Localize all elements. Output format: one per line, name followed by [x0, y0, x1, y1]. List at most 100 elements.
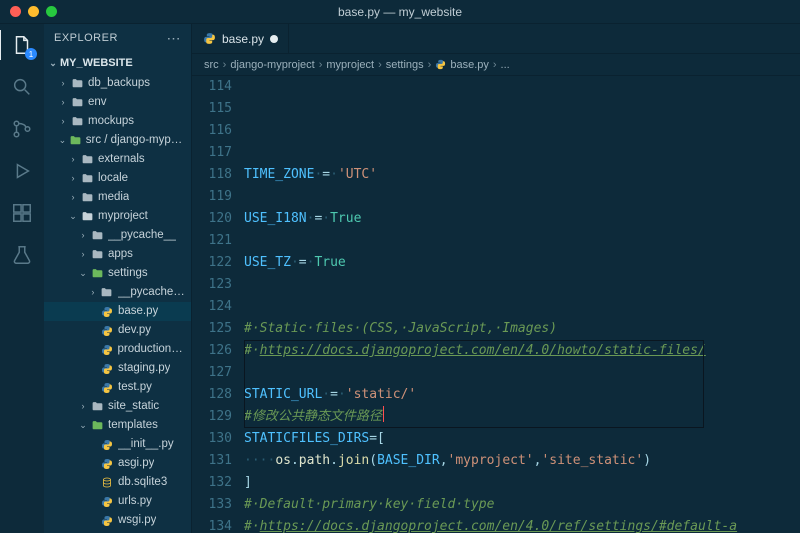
folder-icon: [69, 134, 82, 148]
file-item[interactable]: ›test.py: [44, 378, 191, 397]
folder-icon: [80, 210, 94, 224]
code-editor[interactable]: 1141151161171181191201211221231241251261…: [192, 76, 800, 533]
code-line[interactable]: [244, 142, 800, 164]
folder-icon: [90, 267, 104, 281]
file-item[interactable]: ›base.py: [44, 302, 191, 321]
line-number: 134: [192, 516, 232, 533]
debug-icon[interactable]: [9, 158, 35, 184]
breadcrumb-part[interactable]: myproject: [326, 59, 374, 71]
chevron-icon: ›: [68, 169, 78, 188]
code-line[interactable]: #·Default·primary·key·field·type: [244, 494, 800, 516]
folder-item[interactable]: ›locale: [44, 169, 191, 188]
tab-base[interactable]: base.py: [192, 24, 289, 53]
file-item[interactable]: ›db.sqlite3: [44, 473, 191, 492]
chevron-right-icon: ›: [319, 59, 323, 71]
chevron-right-icon: ›: [493, 59, 497, 71]
code-line[interactable]: TIME_ZONE·=·'UTC': [244, 164, 800, 186]
chevron-right-icon: ›: [378, 59, 382, 71]
folder-item[interactable]: ›__pycache__: [44, 283, 191, 302]
folder-item[interactable]: ›db_backups: [44, 74, 191, 93]
folder-item[interactable]: ›apps: [44, 245, 191, 264]
extensions-icon[interactable]: [9, 200, 35, 226]
code-line[interactable]: STATIC_URL·=·'static/': [244, 384, 800, 406]
code-line[interactable]: [244, 230, 800, 252]
files-icon[interactable]: 1: [9, 32, 35, 58]
breadcrumb-part[interactable]: ...: [501, 59, 510, 71]
folder-item[interactable]: ›env: [44, 93, 191, 112]
code-line[interactable]: [244, 362, 800, 384]
code-line[interactable]: USE_I18N·=·True: [244, 208, 800, 230]
chevron-icon: ›: [78, 397, 88, 416]
line-number: 126: [192, 340, 232, 362]
code-body[interactable]: TIME_ZONE·=·'UTC' USE_I18N·=·True USE_TZ·=…: [244, 76, 800, 533]
code-line[interactable]: ]: [244, 472, 800, 494]
tree-label: test.py: [118, 378, 152, 397]
code-line[interactable]: #·https://docs.djangoproject.com/en/4.0/…: [244, 340, 800, 362]
badge: 1: [25, 48, 37, 60]
code-line[interactable]: ····os.path.join(BASE_DIR,'myproject','s…: [244, 450, 800, 472]
code-line[interactable]: USE_TZ·=·True: [244, 252, 800, 274]
file-item[interactable]: ›asgi.py: [44, 454, 191, 473]
tree-label: mockups: [88, 112, 134, 131]
tree-label: wsgi.py: [118, 511, 156, 530]
maximize-icon[interactable]: [46, 6, 57, 17]
breadcrumb-part[interactable]: settings: [386, 59, 424, 71]
line-number: 114: [192, 76, 232, 98]
python-icon: [100, 514, 114, 528]
tree-label: __pycache__: [118, 283, 185, 302]
file-item[interactable]: ›wsgi.py: [44, 511, 191, 530]
line-number: 125: [192, 318, 232, 340]
chevron-icon: ›: [68, 150, 78, 169]
tree-label: db.sqlite3: [118, 473, 167, 492]
folder-item[interactable]: ›mockups: [44, 112, 191, 131]
folder-item[interactable]: ›media: [44, 188, 191, 207]
code-line[interactable]: #修改公共静态文件路径: [244, 406, 800, 428]
chevron-icon: ⌄: [68, 207, 78, 226]
file-item[interactable]: ›dev.py: [44, 321, 191, 340]
close-icon[interactable]: [10, 6, 21, 17]
tree-label: asgi.py: [118, 454, 154, 473]
folder-item[interactable]: ⌄myproject: [44, 207, 191, 226]
breadcrumb-part[interactable]: django-myproject: [230, 59, 314, 71]
file-item[interactable]: ›staging.py: [44, 359, 191, 378]
folder-item[interactable]: ⌄settings: [44, 264, 191, 283]
sidebar: EXPLORER ⋯ ⌄ MY_WEBSITE ›db_backups›env›…: [44, 24, 192, 533]
line-number: 122: [192, 252, 232, 274]
file-item[interactable]: ›urls.py: [44, 492, 191, 511]
file-item[interactable]: ›production.py: [44, 340, 191, 359]
code-line[interactable]: STATICFILES_DIRS=[: [244, 428, 800, 450]
breadcrumb-part[interactable]: base.py: [450, 59, 489, 71]
line-number: 116: [192, 120, 232, 142]
code-line[interactable]: [244, 186, 800, 208]
python-icon: [100, 343, 114, 357]
search-icon[interactable]: [9, 74, 35, 100]
chevron-icon: ⌄: [78, 416, 88, 435]
breadcrumbs[interactable]: src›django-myproject›myproject›settings›…: [192, 54, 800, 76]
breadcrumb-part[interactable]: src: [204, 59, 219, 71]
project-header[interactable]: ⌄ MY_WEBSITE: [44, 52, 191, 74]
folder-item[interactable]: ⌄src / django-myproject: [44, 131, 191, 150]
folder-item[interactable]: ⌄templates: [44, 416, 191, 435]
beaker-icon[interactable]: [9, 242, 35, 268]
code-line[interactable]: [244, 296, 800, 318]
chevron-icon: ›: [58, 74, 68, 93]
more-icon[interactable]: ⋯: [167, 30, 182, 47]
folder-item[interactable]: ›externals: [44, 150, 191, 169]
python-icon: [100, 362, 114, 376]
file-item[interactable]: ›__init__.py: [44, 435, 191, 454]
folder-item[interactable]: ›site_static: [44, 397, 191, 416]
folder-icon: [80, 191, 94, 205]
code-line[interactable]: #·https://docs.djangoproject.com/en/4.0/…: [244, 516, 800, 533]
chevron-icon: ⌄: [58, 131, 67, 150]
file-tree[interactable]: ›db_backups›env›mockups⌄src / django-myp…: [44, 74, 191, 533]
code-line[interactable]: #·Static·files·(CSS,·JavaScript,·Images): [244, 318, 800, 340]
minimize-icon[interactable]: [28, 6, 39, 17]
code-line[interactable]: [244, 274, 800, 296]
line-number: 129: [192, 406, 232, 428]
folder-icon: [70, 77, 84, 91]
source-control-icon[interactable]: [9, 116, 35, 142]
python-icon: [100, 305, 114, 319]
window-title: base.py — my_website: [338, 5, 462, 19]
folder-item[interactable]: ›__pycache__: [44, 226, 191, 245]
sidebar-header: EXPLORER ⋯: [44, 24, 191, 52]
